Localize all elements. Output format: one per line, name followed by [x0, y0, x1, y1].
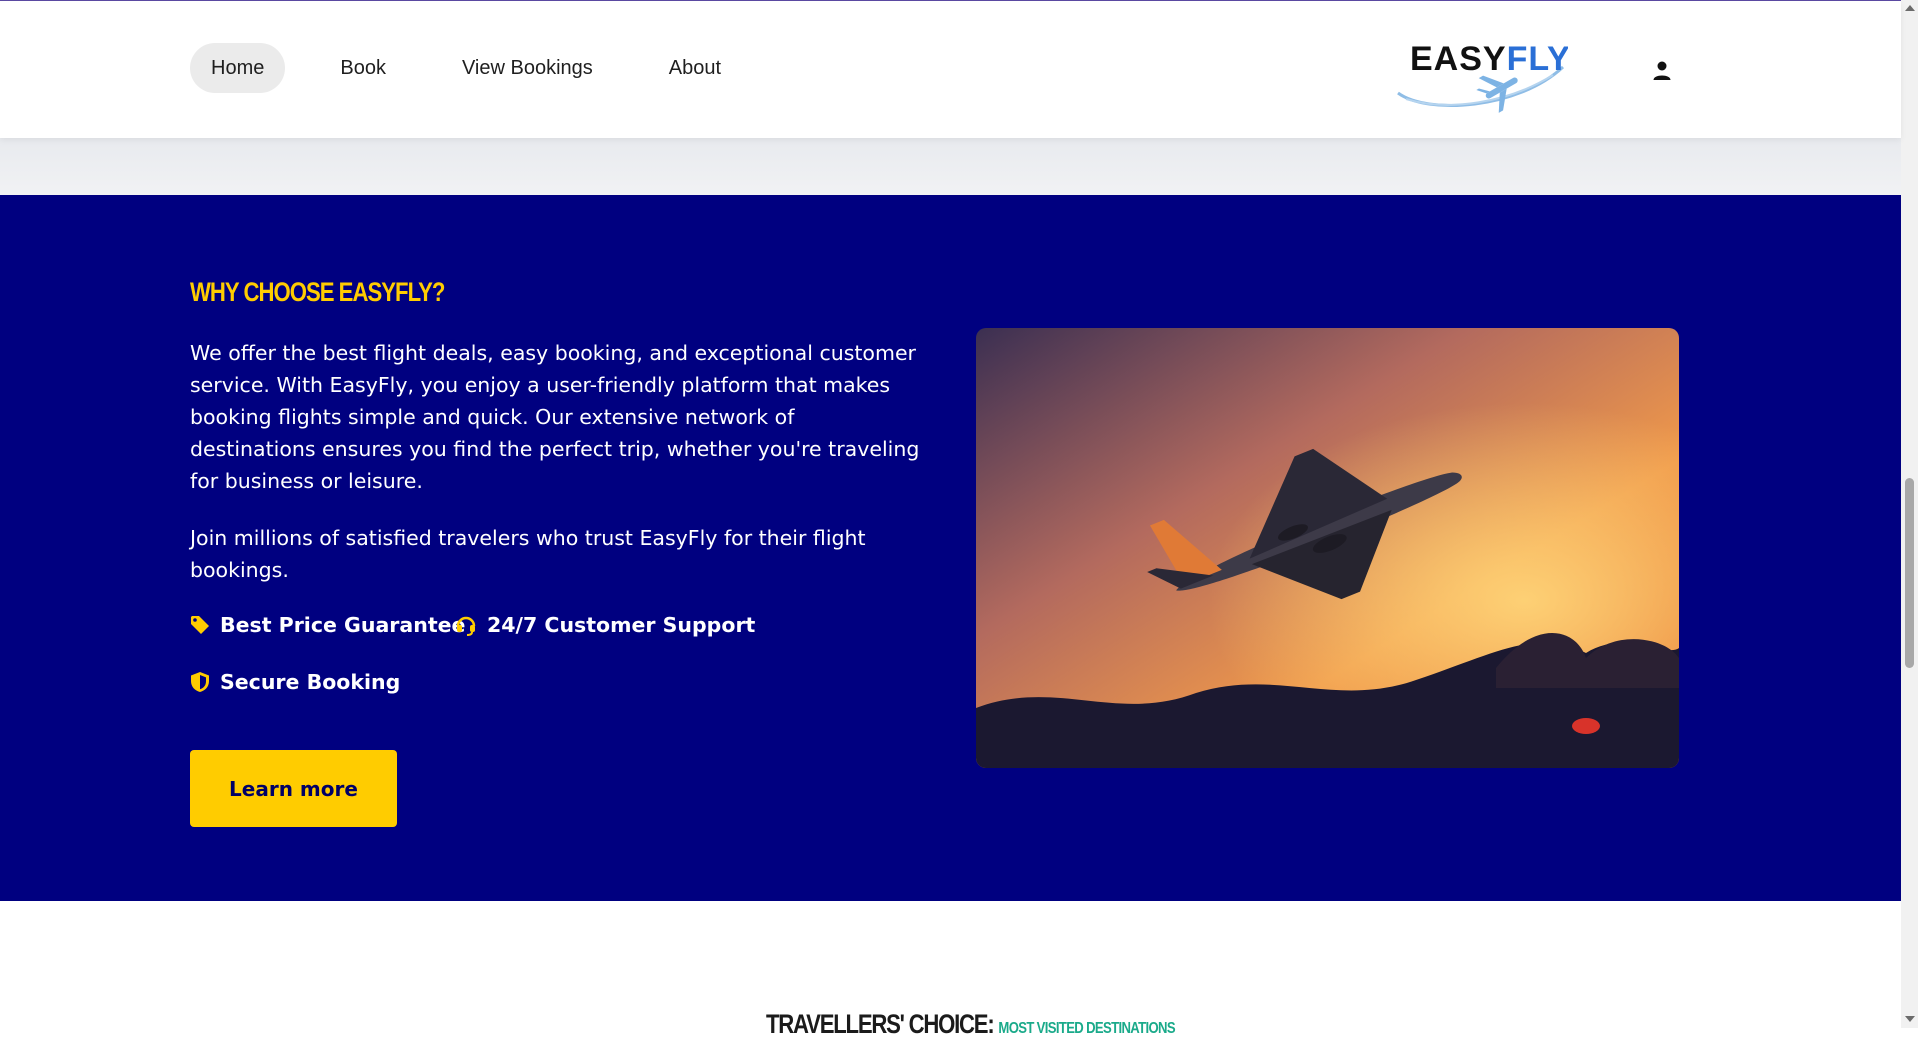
why-choose-section: WHY CHOOSE EASYFLY? We offer the best fl… — [0, 195, 1901, 901]
travellers-choice-section: TRAVELLERS' CHOICE: MOST VISITED DESTINAT… — [0, 901, 1901, 1039]
logo-text-easy: EASY — [1410, 40, 1507, 78]
nav-view-bookings[interactable]: View Bookings — [441, 43, 614, 93]
why-paragraph-2: Join millions of satisfied travelers who… — [190, 526, 866, 582]
tag-icon — [191, 616, 209, 634]
feature-best-price: Best Price Guarantee — [190, 613, 465, 637]
nav-home[interactable]: Home — [190, 43, 286, 93]
hero-shadow-band — [0, 138, 1901, 195]
scroll-up-arrow-icon[interactable] — [1905, 5, 1915, 11]
logo-text-fly: FLY — [1507, 40, 1568, 78]
site-header: Home Book View Bookings About EASYFLY — [0, 1, 1901, 138]
scrollbar[interactable] — [1901, 0, 1918, 1028]
learn-more-button[interactable]: Learn more — [190, 750, 397, 827]
nav-book[interactable]: Book — [319, 43, 407, 93]
easyfly-logo[interactable]: EASYFLY — [1388, 37, 1568, 119]
svg-text:EASYFLY: EASYFLY — [1410, 40, 1568, 78]
travellers-title-text: TRAVELLERS' CHOICE: — [766, 1009, 995, 1039]
scrollbar-thumb[interactable] — [1905, 478, 1914, 668]
feature-label: 24/7 Customer Support — [487, 613, 756, 637]
feature-support: 24/7 Customer Support — [455, 613, 755, 637]
travellers-title: TRAVELLERS' CHOICE: MOST VISITED DESTINAT… — [766, 1009, 1176, 1040]
feature-label: Best Price Guarantee — [220, 613, 466, 637]
user-icon[interactable] — [1650, 59, 1674, 83]
travellers-subtitle: MOST VISITED DESTINATIONS — [998, 1020, 1175, 1037]
why-paragraph-1: We offer the best flight deals, easy boo… — [190, 341, 920, 493]
airplane-sunset-image — [976, 328, 1679, 768]
scroll-down-arrow-icon[interactable] — [1905, 1016, 1915, 1022]
feature-secure: Secure Booking — [190, 670, 400, 694]
why-title: WHY CHOOSE EASYFLY? — [190, 277, 445, 307]
shield-icon — [191, 672, 209, 692]
feature-label: Secure Booking — [220, 670, 401, 694]
headset-icon — [456, 616, 476, 636]
main-nav: Home Book View Bookings About — [190, 43, 776, 93]
nav-about[interactable]: About — [648, 43, 742, 93]
